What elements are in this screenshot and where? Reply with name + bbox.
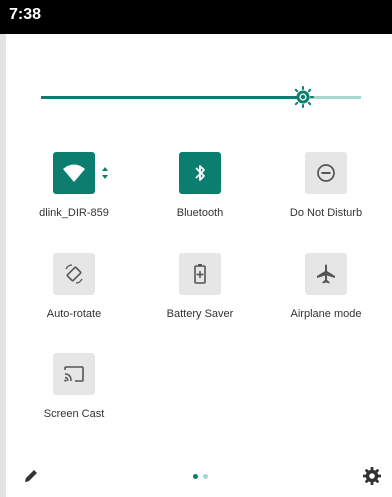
tile-screen-cast[interactable]: Screen Cast [18,353,130,443]
tile-screen-cast-label: Screen Cast [43,408,105,420]
tile-bluetooth-label: Bluetooth [176,207,224,219]
auto-rotate-icon [65,264,83,284]
wifi-icon [63,164,85,182]
tile-wifi-button[interactable] [53,152,95,194]
edit-icon[interactable] [22,467,40,485]
do-not-disturb-icon [317,164,335,182]
page-indicator [193,474,213,480]
battery-saver-icon [194,264,206,284]
tile-auto-rotate[interactable]: Auto-rotate [18,253,130,343]
status-bar: 7:38 [0,0,392,34]
tile-battery-saver-label: Battery Saver [166,308,234,320]
tile-do-not-disturb[interactable]: Do Not Disturb [270,152,382,242]
brightness-thumb-icon[interactable] [291,85,315,109]
tile-wifi-label: dlink_DIR-859 [39,207,109,219]
tile-battery-saver-button[interactable] [179,253,221,295]
gear-icon[interactable] [362,466,382,486]
page-dot-active [193,474,198,479]
page-dot [203,474,208,479]
tile-auto-rotate-label: Auto-rotate [46,308,102,320]
tile-wifi[interactable]: dlink_DIR-859 [18,152,130,242]
tile-airplane-mode[interactable]: Airplane mode [270,253,382,343]
brightness-slider-fill [41,96,303,99]
tile-do-not-disturb-button[interactable] [305,152,347,194]
cast-icon [64,366,84,382]
brightness-slider[interactable] [41,84,361,110]
tile-screen-cast-button[interactable] [53,353,95,395]
tile-bluetooth[interactable]: Bluetooth [144,152,256,242]
tile-bluetooth-button[interactable] [179,152,221,194]
tile-auto-rotate-button[interactable] [53,253,95,295]
bluetooth-icon [195,165,205,181]
tile-battery-saver[interactable]: Battery Saver [144,253,256,343]
tile-do-not-disturb-label: Do Not Disturb [289,207,363,219]
status-time: 7:38 [9,6,42,23]
airplane-icon [317,264,335,284]
wifi-expand-icon[interactable] [100,165,110,181]
tile-airplane-mode-label: Airplane mode [290,308,362,320]
tile-airplane-mode-button[interactable] [305,253,347,295]
